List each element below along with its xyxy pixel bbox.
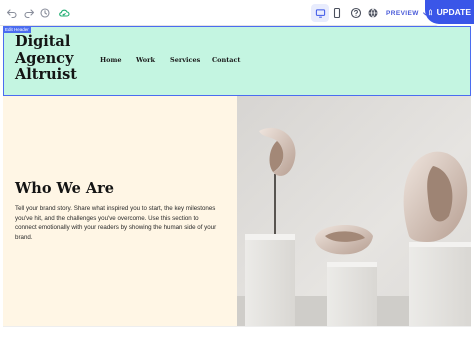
- update-button[interactable]: UPDATE: [425, 0, 474, 24]
- editor-toolbar: PREVIEW: [0, 0, 474, 26]
- preview-button[interactable]: PREVIEW: [386, 7, 429, 20]
- update-label: UPDATE: [436, 7, 471, 17]
- section-heading: Who We Are: [15, 180, 115, 197]
- globe-icon[interactable]: [366, 6, 380, 20]
- next-section: [3, 326, 471, 342]
- desktop-icon: [315, 8, 325, 18]
- undo-icon[interactable]: [5, 6, 19, 20]
- site-logo[interactable]: Digital Agency Altruist: [15, 33, 87, 84]
- cloud-saved-icon: [57, 6, 71, 20]
- desktop-view-button[interactable]: [311, 4, 329, 22]
- redo-icon[interactable]: [22, 6, 36, 20]
- sculpture-image: [237, 96, 471, 326]
- nav-item-work[interactable]: Work: [136, 56, 155, 64]
- preview-label: PREVIEW: [386, 10, 419, 17]
- mobile-view-icon[interactable]: [330, 6, 344, 20]
- edit-header-badge[interactable]: Edit Header: [3, 26, 31, 33]
- help-icon[interactable]: [349, 6, 363, 20]
- history-icon[interactable]: [38, 6, 52, 20]
- rocket-icon: [428, 8, 432, 15]
- nav-item-services[interactable]: Services: [170, 56, 200, 64]
- nav-item-home[interactable]: Home: [100, 56, 122, 64]
- nav-item-contact[interactable]: Contact: [212, 56, 240, 64]
- section-body-text: Tell your brand story. Share what inspir…: [15, 205, 217, 241]
